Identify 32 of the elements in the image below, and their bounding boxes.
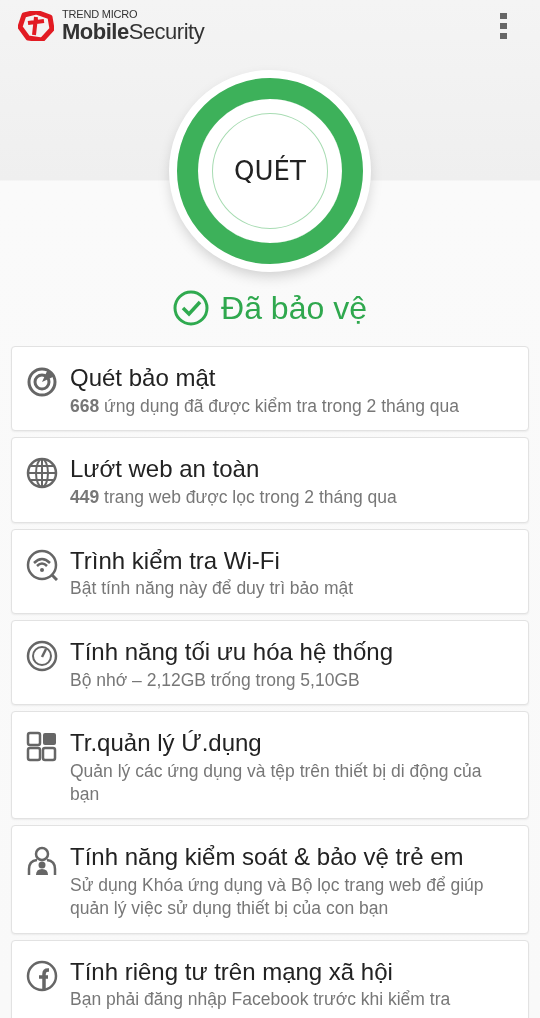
- feature-card[interactable]: Tính năng tối ưu hóa hệ thống Bộ nhớ – 2,12GB trống trong 5,10GB: [11, 620, 529, 706]
- feature-title: Tính riêng tư trên mạng xã hội: [70, 957, 394, 986]
- feature-description: Bật tính năng này để duy trì bảo mật: [70, 577, 354, 601]
- radar-icon: [26, 366, 58, 398]
- feature-description: Quản lý các ứng dụng và tệp trên thiết bị di động của bạn: [70, 759, 483, 806]
- logo-icon: [18, 11, 54, 41]
- feature-title: Tính năng tối ưu hóa hệ thống: [70, 638, 393, 666]
- feature-card[interactable]: Tr.quản lý Ứ.dụng Quản lý các ứng dụng và tệp trên thiết bị di động của bạn: [11, 711, 529, 820]
- feature-card[interactable]: Trình kiểm tra Wi-Fi Bật tính năng này để duy trì bảo mật: [11, 528, 529, 615]
- feature-description: Sử dụng Khóa ứng dụng và Bộ lọc trang web để giúp quản lý việc sử dụng thiết bị của con bạn: [70, 874, 485, 920]
- feature-title: Quét bảo mật: [70, 364, 217, 392]
- globe-icon: [26, 457, 58, 490]
- feature-card[interactable]: Lướt web an toàn 449 trang web được lọc trong 2 tháng qua: [11, 437, 529, 523]
- gauge-icon: [26, 640, 58, 673]
- facebook-icon: [26, 959, 58, 992]
- feature-card[interactable]: Tính năng kiểm soát & bảo vệ trẻ em Sử dụng Khóa ứng dụng và Bộ lọc trang web để giúp quản lý việc sử dụng thiết bị của con bạn: [11, 825, 529, 934]
- feature-title: Trình kiểm tra Wi-Fi: [70, 546, 281, 575]
- feature-title: Tính năng kiểm soát & bảo vệ trẻ em: [70, 843, 465, 872]
- feature-title: Lướt web an toàn: [70, 455, 261, 483]
- brand-name: TREND MICRO: [62, 9, 139, 20]
- feature-card[interactable]: Tính riêng tư trên mạng xã hội Bạn phải đăng nhập Facebook trước khi kiểm tra: [11, 939, 529, 1018]
- feature-description: Bộ nhớ – 2,12GB trống trong 5,10GB: [70, 668, 361, 692]
- person-icon: [26, 845, 58, 878]
- feature-description: 668 ứng dụng đã được kiểm tra trong 2 tháng qua: [70, 394, 460, 418]
- feature-description: 449 trang web được lọc trong 2 tháng qua: [70, 485, 397, 509]
- apps-icon: [26, 731, 58, 764]
- feature-card[interactable]: Quét bảo mật 668 ứng dụng đã được kiểm tra trong 2 tháng qua: [11, 346, 529, 432]
- feature-title: Tr.quản lý Ứ.dụng: [70, 729, 263, 757]
- status-text: Đã bảo vệ: [221, 289, 367, 327]
- feature-description: Bạn phải đăng nhập Facebook trước khi kiểm tra: [70, 988, 451, 1011]
- product-name: MobileSecurity: [62, 21, 205, 43]
- wifi-icon: [26, 548, 58, 581]
